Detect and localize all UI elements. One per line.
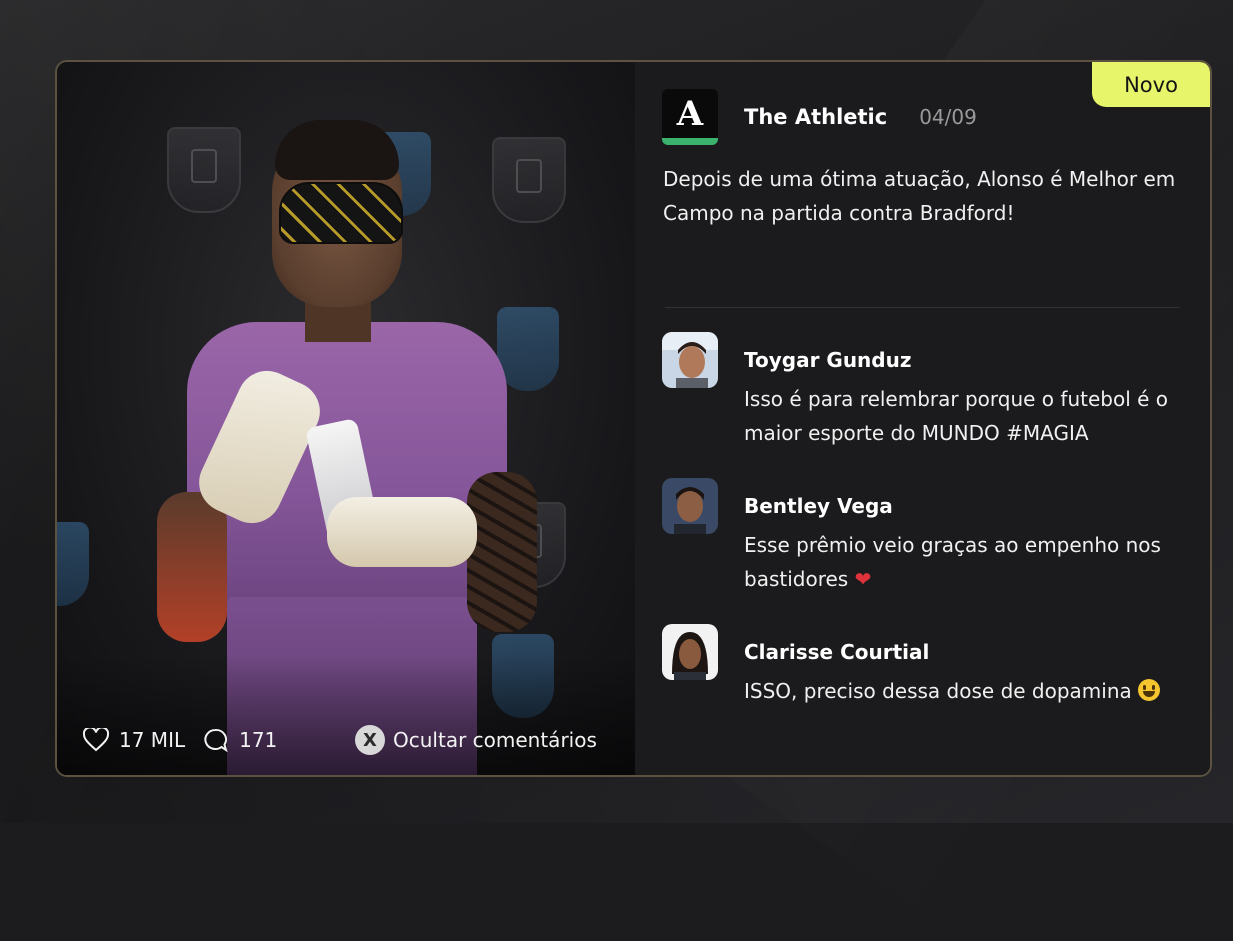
post-header: A The Athletic 04/09 bbox=[662, 89, 977, 145]
comment-text: Isso é para relembrar porque o futebol é… bbox=[744, 382, 1194, 450]
player-face-mask bbox=[279, 182, 403, 244]
likes-stat[interactable]: 17 MIL bbox=[83, 728, 185, 752]
post-author: The Athletic bbox=[744, 105, 887, 129]
player-hair bbox=[275, 120, 399, 180]
comment-text: ISSO, preciso dessa dose de dopamina bbox=[744, 674, 1194, 708]
comment-author: Clarisse Courtial bbox=[744, 640, 929, 664]
avatar-toygar-gunduz bbox=[662, 332, 718, 388]
avatar-clarisse-courtial bbox=[662, 624, 718, 680]
comment-body: Isso é para relembrar porque o futebol é… bbox=[744, 387, 1168, 445]
speech-bubble-icon bbox=[203, 728, 229, 752]
post-stats: 17 MIL 171 bbox=[83, 728, 295, 752]
comment-text: Esse prêmio veio graças ao empenho nos b… bbox=[744, 528, 1194, 596]
grinning-face-emoji bbox=[1138, 679, 1160, 701]
photo-shade bbox=[57, 655, 635, 775]
likes-count: 17 MIL bbox=[119, 728, 185, 752]
x-button-icon: X bbox=[355, 725, 385, 755]
hide-comments-label: Ocultar comentários bbox=[393, 728, 597, 752]
divider bbox=[665, 307, 1180, 308]
post-date: 04/09 bbox=[919, 105, 977, 129]
comment-body: ISSO, preciso dessa dose de dopamina bbox=[744, 679, 1132, 703]
comment-author: Toygar Gunduz bbox=[744, 348, 912, 372]
comments-stat[interactable]: 171 bbox=[203, 728, 277, 752]
comment-body: Esse prêmio veio graças ao empenho nos b… bbox=[744, 533, 1161, 591]
post-panel: Novo A The Athletic 04/09 Depois de uma … bbox=[635, 62, 1210, 775]
avatar bbox=[662, 332, 718, 388]
red-heart-emoji: ❤ bbox=[855, 567, 872, 591]
logo-letter: A bbox=[662, 89, 718, 139]
heart-outline-icon bbox=[83, 728, 109, 752]
avatar bbox=[662, 624, 718, 680]
logo-accent-bar bbox=[662, 138, 718, 145]
player-arm-right bbox=[467, 472, 537, 632]
news-post-card: 17 MIL 171 X Ocultar comentários Novo A … bbox=[55, 60, 1212, 777]
hide-comments-button[interactable]: X Ocultar comentários bbox=[355, 725, 597, 755]
bristol-street-badge bbox=[57, 522, 89, 606]
player-glove-right bbox=[327, 497, 477, 567]
avatar bbox=[662, 478, 718, 534]
avatar-bentley-vega bbox=[662, 478, 718, 534]
player-arm-left bbox=[157, 492, 227, 642]
comment-author: Bentley Vega bbox=[744, 494, 893, 518]
comments-count: 171 bbox=[239, 728, 277, 752]
the-athletic-logo: A bbox=[662, 89, 718, 145]
post-body: Depois de uma ótima atuação, Alonso é Me… bbox=[663, 162, 1193, 230]
post-photo: 17 MIL 171 X Ocultar comentários bbox=[57, 62, 635, 775]
new-badge: Novo bbox=[1092, 62, 1210, 107]
